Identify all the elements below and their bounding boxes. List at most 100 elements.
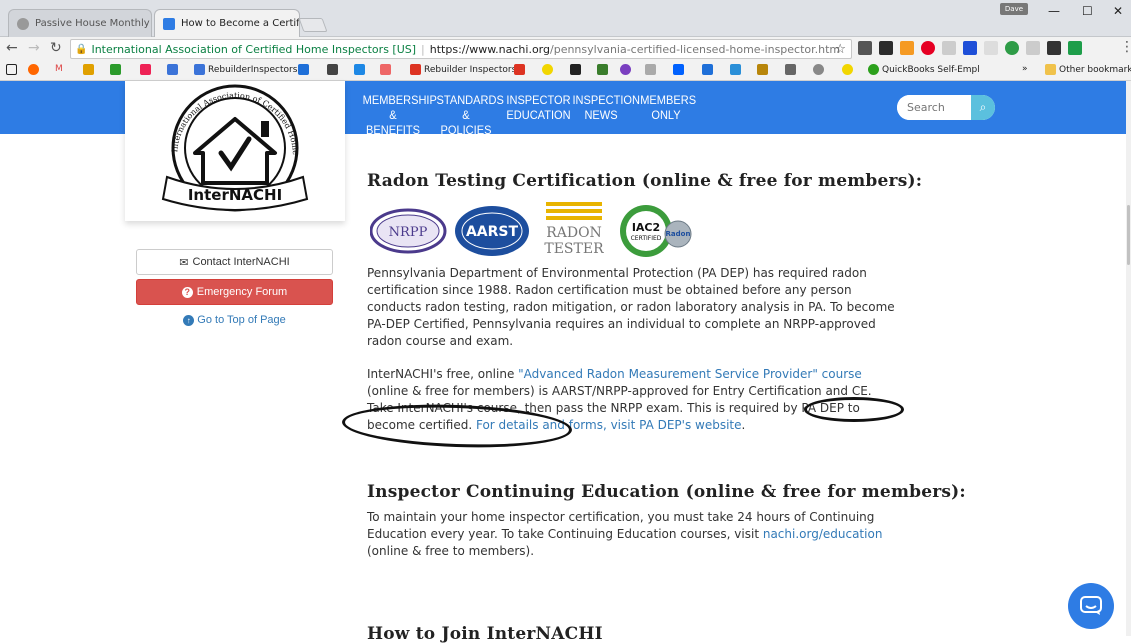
- radon-tester-logo: RADON TESTER: [544, 202, 604, 257]
- profile-badge[interactable]: Dave: [1000, 3, 1028, 15]
- bookmark-icon-only[interactable]: [83, 64, 94, 75]
- bookmark-icon-only[interactable]: [813, 64, 824, 75]
- internachi-logo: International Association of Certified H…: [122, 74, 309, 212]
- bookmark-icon-only[interactable]: [514, 64, 525, 75]
- ce-paragraph: To maintain your home inspector certific…: [367, 510, 883, 558]
- bookmark-icon-only[interactable]: [597, 64, 608, 75]
- extension-icon[interactable]: [984, 41, 998, 55]
- search-input[interactable]: [897, 95, 971, 120]
- join-heading: How to Join InterNACHI: [367, 624, 603, 644]
- search-icon[interactable]: ⌕: [971, 95, 995, 120]
- site-search: ⌕: [897, 95, 995, 120]
- omnibox-separator: |: [421, 42, 425, 56]
- new-tab-button[interactable]: [298, 18, 328, 32]
- radon-heading: Radon Testing Certification (online & fr…: [367, 171, 923, 191]
- bookmark-star-icon[interactable]: ☆: [834, 42, 846, 57]
- bookmark-icon-only[interactable]: [6, 64, 17, 75]
- url-text: https://www.nachi.org/pennsylvania-certi…: [429, 42, 841, 56]
- extension-icon[interactable]: [1047, 41, 1061, 55]
- extension-icon[interactable]: [1026, 41, 1040, 55]
- chat-icon: [1080, 596, 1102, 615]
- apps-grid-icon[interactable]: [167, 64, 178, 75]
- bookmark-icon-only[interactable]: [354, 64, 365, 75]
- bookmark-rebuilderinspectors[interactable]: RebuilderInspectors: [194, 64, 297, 75]
- scrollbar-thumb[interactable]: [1127, 205, 1130, 265]
- svg-text:IAC2: IAC2: [632, 221, 660, 234]
- more-bookmarks-chevron-icon[interactable]: »: [1022, 64, 1028, 74]
- bookmark-icon-only[interactable]: [785, 64, 796, 75]
- globe-icon: [17, 17, 29, 30]
- emergency-forum-button[interactable]: ? Emergency Forum: [136, 279, 333, 305]
- pinterest-icon[interactable]: [921, 41, 935, 55]
- window-close-icon[interactable]: ✕: [1113, 4, 1123, 18]
- extension-icon[interactable]: [858, 41, 872, 55]
- bookmark-other[interactable]: Other bookmarks: [1045, 64, 1131, 75]
- logo-text: InterNACHI: [188, 186, 282, 204]
- bookmark-icon-only[interactable]: [380, 64, 391, 75]
- iac2-radon-logo: IAC2 CERTIFIED Radon: [620, 205, 692, 257]
- bookmark-icon-only[interactable]: [110, 64, 121, 75]
- cursor-icon[interactable]: [298, 64, 309, 75]
- radon-certification-logos: NRPP AARST RADON TESTER IAC2 CERTIFIED R…: [370, 202, 692, 257]
- extension-icon[interactable]: [1068, 41, 1082, 55]
- lock-icon: 🔒: [75, 43, 88, 55]
- extension-icon[interactable]: [900, 41, 914, 55]
- contact-button[interactable]: ✉ Contact InterNACHI: [136, 249, 333, 275]
- bookmark-icon-only[interactable]: [140, 64, 151, 75]
- browser-toolbar: ← → ↻ 🔒 International Association of Cer…: [0, 37, 1131, 61]
- reload-icon[interactable]: ↻: [50, 40, 62, 56]
- extension-icons: [858, 41, 1082, 55]
- svg-text:Radon: Radon: [666, 230, 691, 238]
- check-icon[interactable]: [1005, 41, 1019, 55]
- arrow-up-circle-icon: ↑: [183, 315, 195, 326]
- gmail-icon[interactable]: M: [55, 64, 63, 74]
- svg-text:NRPP: NRPP: [389, 225, 428, 240]
- bookmark-rebuilder-inspectors[interactable]: Rebuilder Inspectors: [410, 64, 516, 75]
- logo-panel[interactable]: International Association of Certified H…: [122, 74, 345, 221]
- nav-standards-policies[interactable]: Standards & Policies: [437, 93, 504, 138]
- chat-button[interactable]: [1068, 583, 1114, 629]
- maximize-icon[interactable]: ☐: [1082, 4, 1093, 18]
- go-to-top-link[interactable]: ↑ Go to Top of Page: [136, 314, 333, 326]
- radon-course-link[interactable]: "Advanced Radon Measurement Service Prov…: [518, 367, 862, 381]
- svg-text:RADON: RADON: [546, 225, 602, 241]
- nav-inspector-education[interactable]: Inspector Education: [506, 93, 570, 123]
- nav-inspection-news[interactable]: Inspection News: [572, 93, 639, 123]
- contact-label: Contact InterNACHI: [192, 256, 290, 268]
- minimize-icon[interactable]: —: [1048, 4, 1060, 18]
- ce-heading: Inspector Continuing Education (online &…: [367, 482, 966, 502]
- address-bar[interactable]: 🔒 International Association of Certified…: [70, 39, 852, 59]
- dropbox-icon[interactable]: [673, 64, 684, 75]
- nav-members-only[interactable]: Members Only: [640, 93, 696, 123]
- envelope-icon: ✉: [179, 256, 189, 269]
- tab-passive-house[interactable]: Passive House Monthly M ✕: [8, 9, 152, 37]
- forward-arrow-icon[interactable]: →: [28, 40, 40, 56]
- extension-icon[interactable]: [963, 41, 977, 55]
- nav-membership-benefits[interactable]: Membership & Benefits: [363, 93, 437, 138]
- annotation-oval: [804, 397, 904, 422]
- bookmark-icon-only[interactable]: [757, 64, 768, 75]
- bookmark-icon-only[interactable]: [645, 64, 656, 75]
- bookmark-quickbooks[interactable]: QuickBooks Self-Empl: [868, 64, 980, 75]
- nrpp-logo: NRPP: [370, 208, 447, 254]
- bookmark-icon-only[interactable]: [730, 64, 741, 75]
- bookmark-icon-only[interactable]: [842, 64, 853, 75]
- emergency-label: Emergency Forum: [196, 286, 288, 298]
- extension-icon[interactable]: [879, 41, 893, 55]
- svg-text:AARST: AARST: [466, 224, 519, 240]
- bookmark-icon-only[interactable]: [542, 64, 553, 75]
- go-to-top-label: Go to Top of Page: [197, 314, 286, 326]
- extension-icon[interactable]: [942, 41, 956, 55]
- back-arrow-icon[interactable]: ←: [6, 40, 18, 56]
- menu-kebab-icon[interactable]: ⋮: [1120, 39, 1131, 55]
- bookmark-icon-only[interactable]: [702, 64, 713, 75]
- bookmark-icon-only[interactable]: [570, 64, 581, 75]
- tab-how-to-become[interactable]: How to Become a Certifi ✕: [154, 9, 300, 37]
- bookmark-icon-only[interactable]: [620, 64, 631, 75]
- bookmark-icon-only[interactable]: [327, 64, 338, 75]
- page-scrollbar[interactable]: [1126, 81, 1131, 636]
- question-circle-icon: ?: [181, 286, 193, 298]
- tab-title: Passive House Monthly M: [35, 18, 152, 29]
- nachi-education-link[interactable]: nachi.org/education: [763, 527, 883, 541]
- bookmark-icon-only[interactable]: [28, 64, 39, 75]
